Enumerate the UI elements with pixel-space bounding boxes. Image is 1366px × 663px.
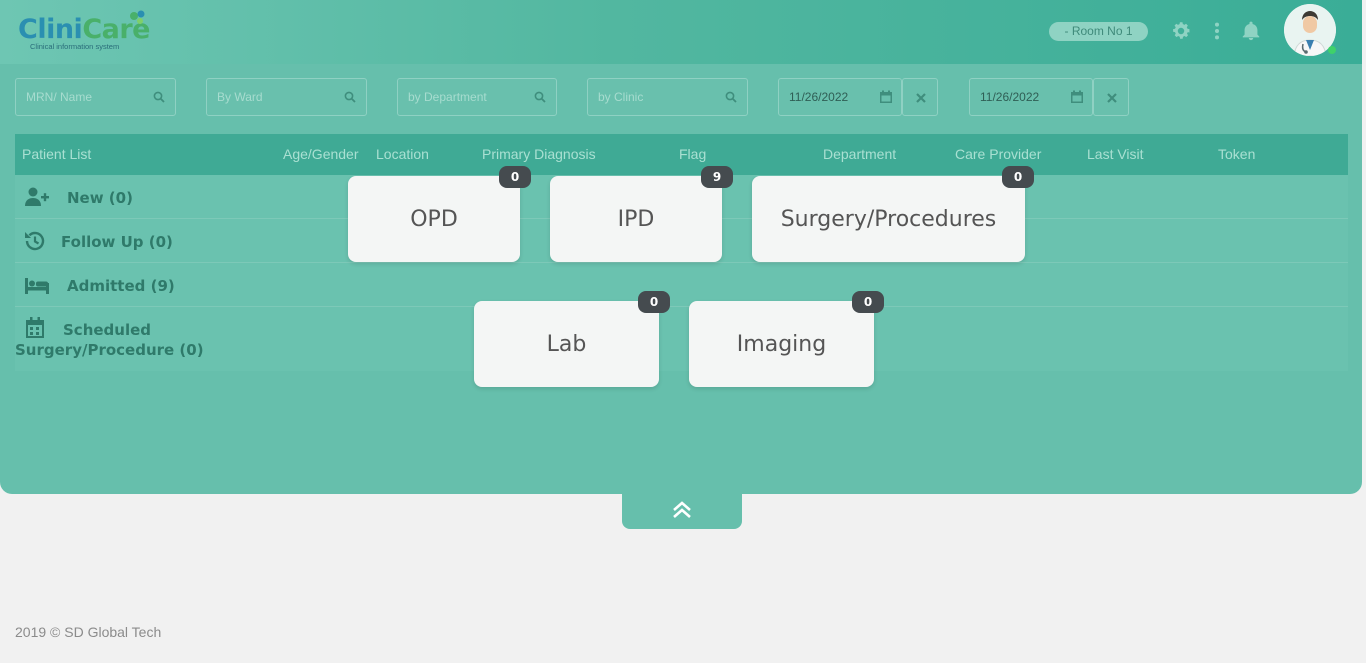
bell-icon[interactable] (1240, 20, 1262, 42)
opd-count-badge: 0 (499, 166, 531, 188)
list-item-follow-up[interactable]: Follow Up (0) (61, 233, 173, 251)
add-user-icon (25, 187, 49, 206)
list-item-scheduled[interactable]: Scheduled (63, 321, 151, 339)
calendar-icon[interactable] (1070, 90, 1084, 104)
close-icon (916, 93, 926, 103)
mrn-search-field[interactable] (15, 78, 176, 116)
column-patient-list[interactable]: Patient List (22, 146, 91, 162)
row-divider (15, 306, 1348, 307)
card-surgery-procedures[interactable]: Surgery/Procedures (752, 176, 1025, 262)
ipd-count-badge: 9 (701, 166, 733, 188)
card-opd[interactable]: OPD (348, 176, 520, 262)
clear-date-from-button[interactable] (902, 78, 938, 116)
surgery-count-badge: 0 (1002, 166, 1034, 188)
logo-tagline: Clinical information system (30, 42, 120, 51)
card-ipd-label: IPD (617, 206, 655, 232)
footer-copyright: 2019 © SD Global Tech (15, 624, 162, 640)
collapse-panel-button[interactable] (622, 494, 742, 529)
app-logo[interactable]: CliniCare Clinical information system (18, 8, 158, 54)
column-department[interactable]: Department (823, 146, 896, 162)
gear-icon[interactable] (1170, 20, 1192, 42)
mrn-search-input[interactable] (16, 79, 175, 115)
top-bar: CliniCare Clinical information system - … (0, 0, 1362, 64)
date-to-field[interactable] (969, 78, 1093, 116)
history-icon (25, 231, 45, 251)
column-token[interactable]: Token (1218, 146, 1255, 162)
lab-count-badge: 0 (638, 291, 670, 313)
search-icon[interactable] (725, 91, 737, 103)
column-last-visit[interactable]: Last Visit (1087, 146, 1144, 162)
card-ipd[interactable]: IPD (550, 176, 722, 262)
list-item-admitted[interactable]: Admitted (9) (67, 277, 175, 295)
card-lab[interactable]: Lab (474, 301, 659, 387)
column-flag[interactable]: Flag (679, 146, 706, 162)
ward-search-field[interactable] (206, 78, 367, 116)
column-location[interactable]: Location (376, 146, 429, 162)
search-icon[interactable] (344, 91, 356, 103)
logo-mark-icon (130, 10, 145, 24)
card-imaging-label: Imaging (736, 331, 827, 357)
clinic-search-input[interactable] (588, 79, 747, 115)
search-icon[interactable] (534, 91, 546, 103)
list-item-scheduled-detail[interactable]: Surgery/Procedure (0) (15, 341, 204, 359)
card-lab-label: Lab (546, 331, 587, 357)
column-care-provider[interactable]: Care Provider (955, 146, 1041, 162)
card-opd-label: OPD (410, 206, 458, 232)
clear-date-to-button[interactable] (1093, 78, 1129, 116)
card-surgery-label: Surgery/Procedures (780, 206, 997, 232)
card-imaging[interactable]: Imaging (689, 301, 874, 387)
list-item-new[interactable]: New (0) (67, 189, 133, 207)
calendar-icon (26, 317, 44, 338)
clinic-search-field[interactable] (587, 78, 748, 116)
ward-search-input[interactable] (207, 79, 366, 115)
patient-table-header: Patient List Age/Gender Location Primary… (15, 134, 1348, 175)
date-from-field[interactable] (778, 78, 902, 116)
department-search-input[interactable] (398, 79, 556, 115)
imaging-count-badge: 0 (852, 291, 884, 313)
row-divider (15, 262, 1348, 263)
online-status-dot (1328, 46, 1336, 54)
search-icon[interactable] (153, 91, 165, 103)
bed-icon (25, 278, 49, 294)
double-chevron-up-icon (673, 501, 691, 518)
column-age-gender[interactable]: Age/Gender (283, 146, 359, 162)
calendar-icon[interactable] (879, 90, 893, 104)
department-search-field[interactable] (397, 78, 557, 116)
column-primary-diagnosis[interactable]: Primary Diagnosis (482, 146, 596, 162)
room-selector[interactable]: - Room No 1 (1049, 22, 1148, 41)
more-vertical-icon[interactable] (1206, 20, 1228, 42)
close-icon (1107, 93, 1117, 103)
